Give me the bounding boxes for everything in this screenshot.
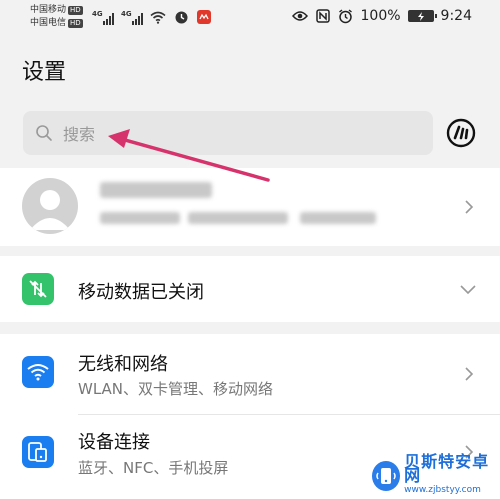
hiboard-button[interactable] <box>441 113 481 153</box>
avatar[interactable] <box>22 178 78 234</box>
chevron-right-icon <box>465 200 474 214</box>
signal-icon: 4G <box>92 10 114 25</box>
settings-item-wireless[interactable]: 无线和网络 WLAN、双卡管理、移动网络 <box>0 334 500 414</box>
signal-group: 4G 4G <box>92 9 212 25</box>
app-notification-icon <box>196 9 212 25</box>
nfc-icon <box>315 8 331 24</box>
carrier-2: 中国电信 HD <box>30 18 83 28</box>
blurred-account-name <box>100 182 212 198</box>
search-placeholder: 搜索 <box>63 125 96 144</box>
blurred-account-id <box>100 212 180 224</box>
clock: 9:24 <box>440 8 472 24</box>
device-connect-title: 设备连接 <box>78 432 150 453</box>
status-bar: 中国移动 HD 中国电信 HD 4G 4G 100% 9:24 <box>0 0 500 36</box>
data-saver-icon <box>173 9 189 25</box>
blurred-account-info <box>188 212 288 224</box>
wifi-status-icon <box>150 9 166 25</box>
device-connect-icon <box>22 436 54 468</box>
account-card[interactable] <box>0 168 500 246</box>
watermark-url: www.zjbstyy.com <box>404 485 481 495</box>
alarm-icon <box>338 8 354 24</box>
wireless-subtitle: WLAN、双卡管理、移动网络 <box>78 380 274 398</box>
watermark-logo-icon <box>372 461 401 491</box>
blurred-account-info-2 <box>300 212 376 224</box>
chevron-right-icon <box>465 367 474 381</box>
hiboard-icon <box>446 118 476 148</box>
mobile-data-off-icon <box>22 273 54 305</box>
wireless-title: 无线和网络 <box>78 354 168 375</box>
watermark: 贝斯特安卓网 www.zjbstyy.com <box>372 452 500 496</box>
search-icon <box>36 125 52 141</box>
status-right: 100% 9:24 <box>291 8 472 24</box>
carrier-1: 中国移动 HD <box>30 5 83 15</box>
watermark-name: 贝斯特安卓网 <box>404 452 490 485</box>
search-input[interactable]: 搜索 <box>23 111 433 155</box>
eye-icon <box>291 8 308 24</box>
device-connect-subtitle: 蓝牙、NFC、手机投屏 <box>78 459 229 477</box>
page-title: 设置 <box>22 60 67 85</box>
chevron-down-icon[interactable] <box>460 282 476 296</box>
hd-badge: HD <box>68 6 83 15</box>
mobile-data-row[interactable]: 移动数据已关闭 <box>0 256 500 322</box>
hd-badge: HD <box>68 19 83 28</box>
signal-icon: 4G <box>121 10 143 25</box>
battery-percent: 100% <box>360 8 401 24</box>
battery-icon <box>407 10 437 22</box>
mobile-data-title: 移动数据已关闭 <box>78 282 204 303</box>
user-icon <box>30 190 70 230</box>
wifi-icon <box>22 356 54 388</box>
